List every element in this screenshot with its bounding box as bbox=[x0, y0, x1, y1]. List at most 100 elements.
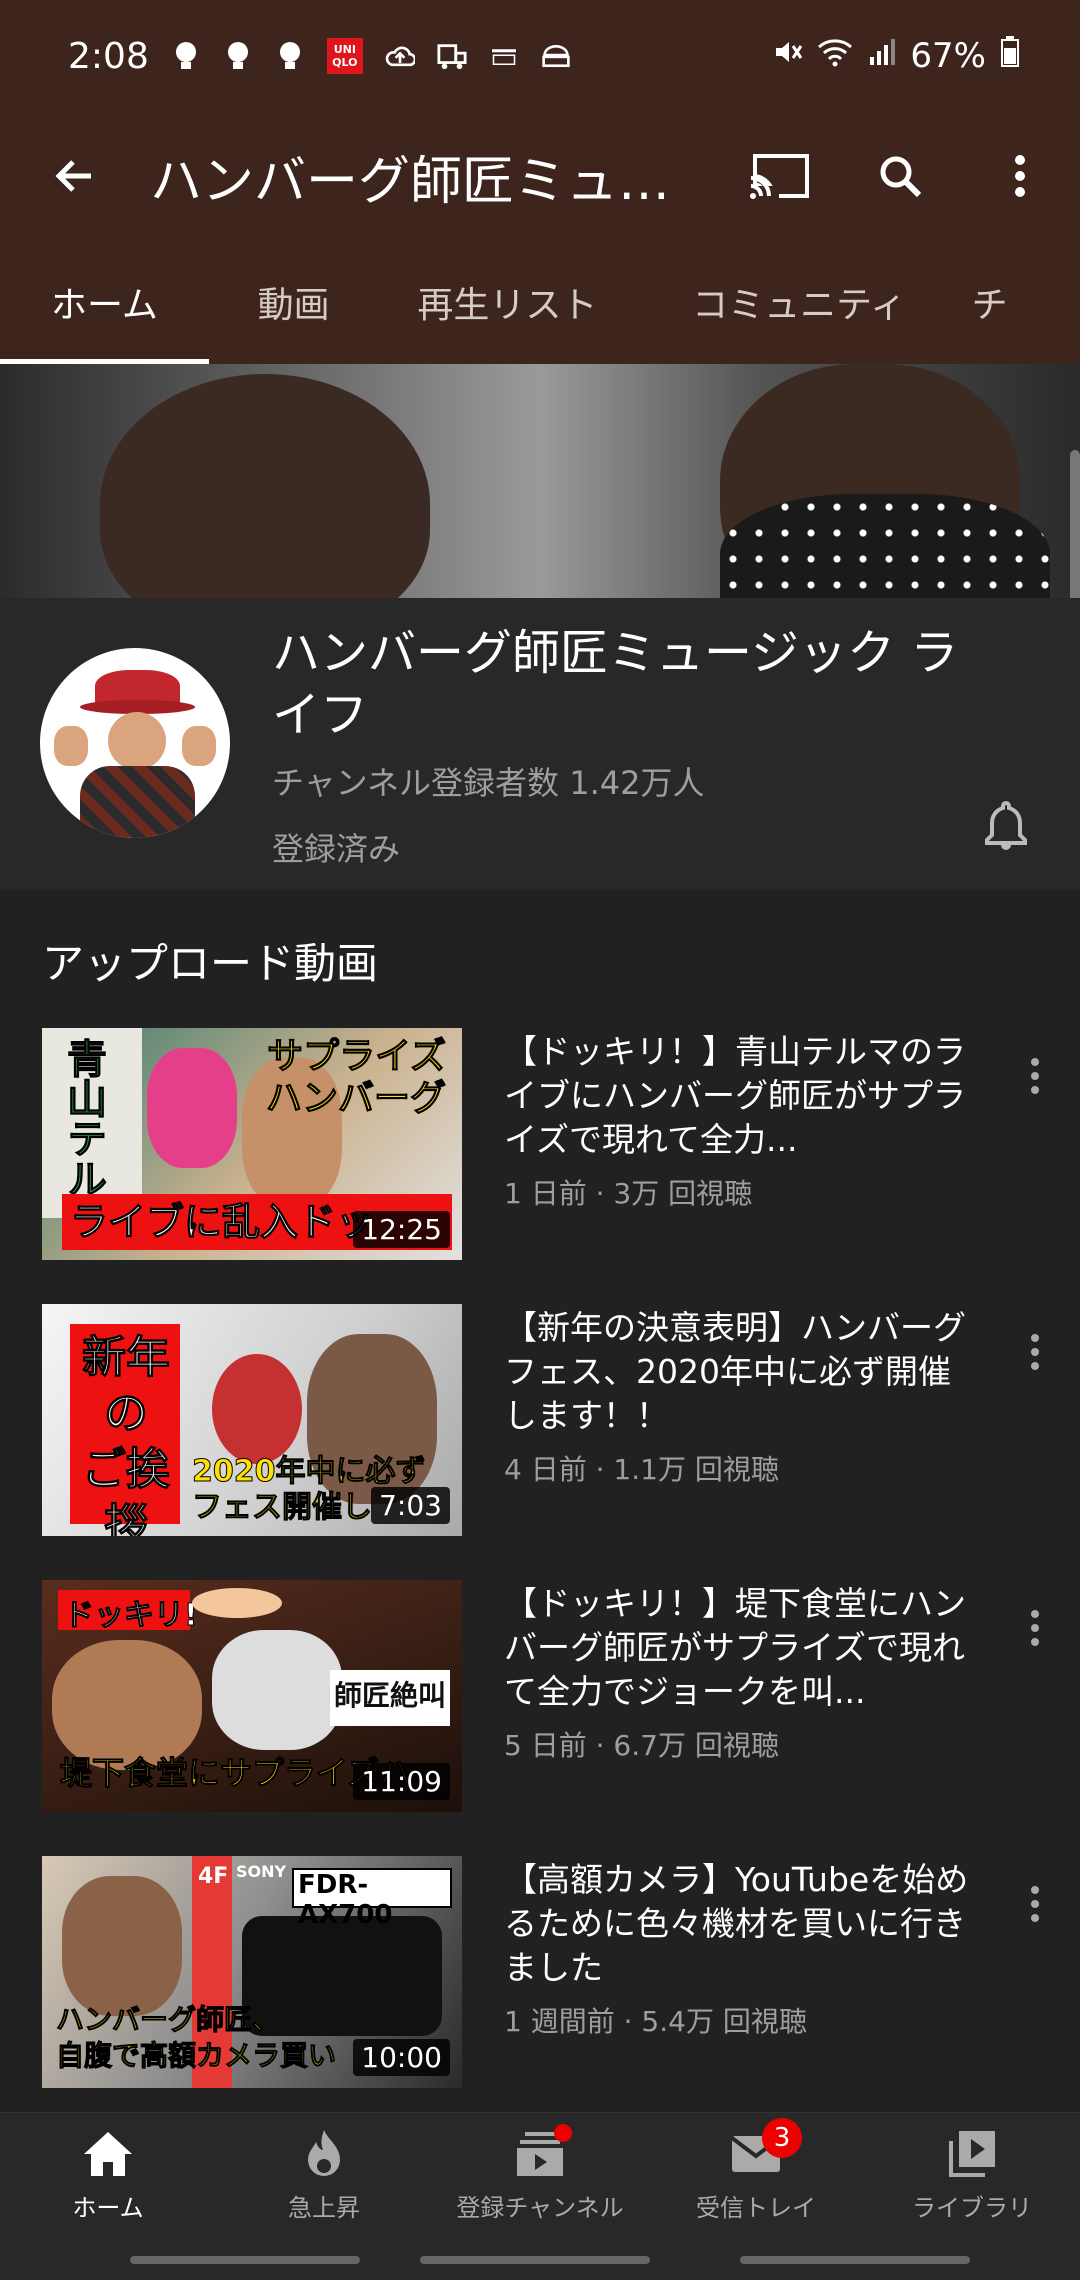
video-title[interactable]: 【ドッキリ！】青山テルマのライブにハンバーグ師匠がサプライズで現れて全力... bbox=[504, 1030, 974, 1162]
subscriber-count: チャンネル登録者数 1.42万人 bbox=[272, 764, 705, 802]
notification-icons: UNI QLO bbox=[171, 38, 571, 74]
thumb-caption-top: ドッキリ! bbox=[64, 1598, 199, 1634]
thumb-floor-label: 4F bbox=[198, 1864, 229, 1889]
cast-button[interactable] bbox=[720, 112, 840, 240]
thumb-caption-line: ご挨拶 bbox=[82, 1444, 171, 1537]
nav-label: 登録チャンネル bbox=[456, 2194, 624, 2222]
video-meta: 1 週間前 · 5.4万 回視聴 bbox=[504, 2005, 807, 2038]
avatar-hand-left bbox=[54, 726, 88, 766]
gesture-handle[interactable] bbox=[740, 2256, 970, 2264]
nav-inbox[interactable]: 3 受信トレイ bbox=[648, 2113, 864, 2236]
video-meta: 5 日前 · 6.7万 回視聴 bbox=[504, 1729, 779, 1762]
library-icon bbox=[944, 2126, 1000, 2182]
gesture-handle[interactable] bbox=[420, 2256, 650, 2264]
uploads-heading: アップロード動画 bbox=[42, 939, 379, 988]
new-content-dot bbox=[554, 2124, 572, 2142]
video-more-button[interactable] bbox=[1010, 1322, 1060, 1382]
cast-icon bbox=[749, 154, 809, 200]
video-title[interactable]: 【ドッキリ！】堤下食堂にハンバーグ師匠がサプライズで現れて全力でジョークを叫..… bbox=[504, 1582, 974, 1714]
app-bar-title: ハンバーグ師匠ミュー... bbox=[150, 151, 720, 212]
status-time: 2:08 bbox=[68, 35, 149, 77]
video-thumbnail[interactable]: 新年の ご挨拶 2020年中に必ず フェス開催し 7:03 bbox=[42, 1304, 462, 1536]
video-item[interactable]: ドッキリ! 師匠絶叫 堤下食堂にサプライズハ 11:09 【ドッキリ！】堤下食堂… bbox=[0, 1580, 1080, 1816]
back-button[interactable] bbox=[0, 112, 150, 240]
flame-icon bbox=[296, 2126, 352, 2182]
nav-label: ホーム bbox=[72, 2194, 144, 2222]
video-more-button[interactable] bbox=[1010, 1874, 1060, 1934]
nav-label: 急上昇 bbox=[288, 2194, 360, 2222]
thumb-caption-line: ハンバーグ師匠、 bbox=[55, 2003, 281, 2037]
nav-label: 受信トレイ bbox=[696, 2194, 816, 2222]
wifi-icon bbox=[816, 36, 854, 76]
uniqlo-icon: UNI QLO bbox=[326, 38, 363, 74]
video-meta: 1 日前 · 3万 回視聴 bbox=[504, 1177, 753, 1210]
video-item[interactable]: 青山テルマ サプライズ ハンバーグ ライブに乱入ドッ 12:25 【ドッキリ！】青… bbox=[0, 1028, 1080, 1264]
more-vert-icon bbox=[1031, 1886, 1039, 1922]
nav-subscriptions[interactable]: 登録チャンネル bbox=[432, 2113, 648, 2236]
search-icon bbox=[880, 156, 922, 198]
truck-icon bbox=[437, 39, 467, 73]
nav-home[interactable]: ホーム bbox=[0, 2113, 216, 2236]
video-thumbnail[interactable]: ドッキリ! 師匠絶叫 堤下食堂にサプライズハ 11:09 bbox=[42, 1580, 462, 1812]
thumb-brand-label: SONY bbox=[236, 1862, 287, 1881]
nav-trending[interactable]: 急上昇 bbox=[216, 2113, 432, 2236]
bell-icon bbox=[985, 800, 1027, 850]
video-item[interactable]: 新年の ご挨拶 2020年中に必ず フェス開催し 7:03 【新年の決意表明】ハンバ… bbox=[0, 1304, 1080, 1540]
thumb-caption-right: サプライズ ハンバーグ bbox=[265, 1036, 446, 1120]
video-more-button[interactable] bbox=[1010, 1598, 1060, 1658]
search-button[interactable] bbox=[840, 112, 960, 240]
more-vert-icon bbox=[1031, 1610, 1039, 1646]
nav-label: ライブラリ bbox=[912, 2194, 1032, 2222]
home-icon bbox=[80, 2126, 136, 2182]
thumb-caption-right: 師匠絶叫 bbox=[334, 1679, 447, 1712]
banner-polka-shirt bbox=[720, 494, 1050, 598]
lightbulb-icon bbox=[223, 39, 253, 73]
channel-name: ハンバーグ師匠ミュージック ライフ bbox=[272, 625, 959, 743]
subscribed-status[interactable]: 登録済み bbox=[272, 824, 400, 870]
video-item[interactable]: 4F SONY FDR-AX700 ハンバーグ師匠、 自腹で高額カメラ買い 10:… bbox=[0, 1856, 1080, 2092]
tab-community[interactable]: コミュニティ bbox=[636, 240, 961, 364]
video-thumbnail[interactable]: 4F SONY FDR-AX700 ハンバーグ師匠、 自腹で高額カメラ買い 10:… bbox=[42, 1856, 462, 2088]
channel-banner bbox=[0, 364, 1080, 598]
arrow-back-icon bbox=[55, 160, 91, 192]
status-bar: 2:08 UNI QLO 67% bbox=[0, 0, 1080, 112]
video-title[interactable]: 【高額カメラ】YouTubeを始めるために色々機材を買いに行きました bbox=[504, 1858, 974, 1990]
notification-bell-button[interactable] bbox=[978, 794, 1034, 854]
battery-percent: 67% bbox=[910, 36, 986, 76]
tab-playlists[interactable]: 再生リスト bbox=[378, 240, 636, 364]
thumb-caption-line: 新年の bbox=[82, 1332, 171, 1440]
video-more-button[interactable] bbox=[1010, 1046, 1060, 1106]
system-status: 67% bbox=[772, 35, 1020, 77]
video-meta: 4 日前 · 1.1万 回視聴 bbox=[504, 1453, 779, 1486]
avatar-face bbox=[108, 712, 166, 770]
bento-icon bbox=[541, 39, 571, 73]
thumb-decoration bbox=[212, 1354, 302, 1464]
thumb-caption-line: フェス開催し bbox=[192, 1490, 373, 1526]
tab-channels[interactable]: チ bbox=[962, 240, 1080, 364]
thumb-person-pink bbox=[147, 1048, 237, 1168]
inbox-badge: 3 bbox=[762, 2118, 802, 2158]
thumb-model-label: FDR-AX700 bbox=[298, 1870, 393, 1930]
subscriptions-icon bbox=[512, 2124, 572, 2182]
battery-charging-icon bbox=[1000, 35, 1020, 77]
cloud-upload-icon bbox=[385, 39, 415, 73]
video-title[interactable]: 【新年の決意表明】ハンバーグフェス、2020年中に必ず開催します！！ bbox=[504, 1306, 974, 1438]
video-duration: 11:09 bbox=[353, 1763, 450, 1800]
video-thumbnail[interactable]: 青山テルマ サプライズ ハンバーグ ライブに乱入ドッ 12:25 bbox=[42, 1028, 462, 1260]
more-vert-icon bbox=[1031, 1334, 1039, 1370]
amazon-icon bbox=[489, 39, 519, 73]
tab-home[interactable]: ホーム bbox=[0, 240, 209, 364]
channel-avatar[interactable] bbox=[40, 648, 230, 838]
app-bar: ハンバーグ師匠ミュー... bbox=[0, 112, 1080, 240]
mute-icon bbox=[772, 36, 803, 76]
thumb-lamp bbox=[192, 1588, 282, 1618]
more-vert-icon bbox=[1031, 1058, 1039, 1094]
gesture-handle[interactable] bbox=[130, 2256, 360, 2264]
thumb-person bbox=[212, 1630, 342, 1750]
thumb-caption-line: 2020年中に必ず bbox=[192, 1454, 426, 1490]
mail-icon: 3 bbox=[728, 2118, 802, 2182]
nav-library[interactable]: ライブラリ bbox=[864, 2113, 1080, 2236]
more-options-button[interactable] bbox=[960, 112, 1080, 240]
gesture-bar bbox=[0, 2236, 1080, 2280]
tab-videos[interactable]: 動画 bbox=[209, 240, 378, 364]
